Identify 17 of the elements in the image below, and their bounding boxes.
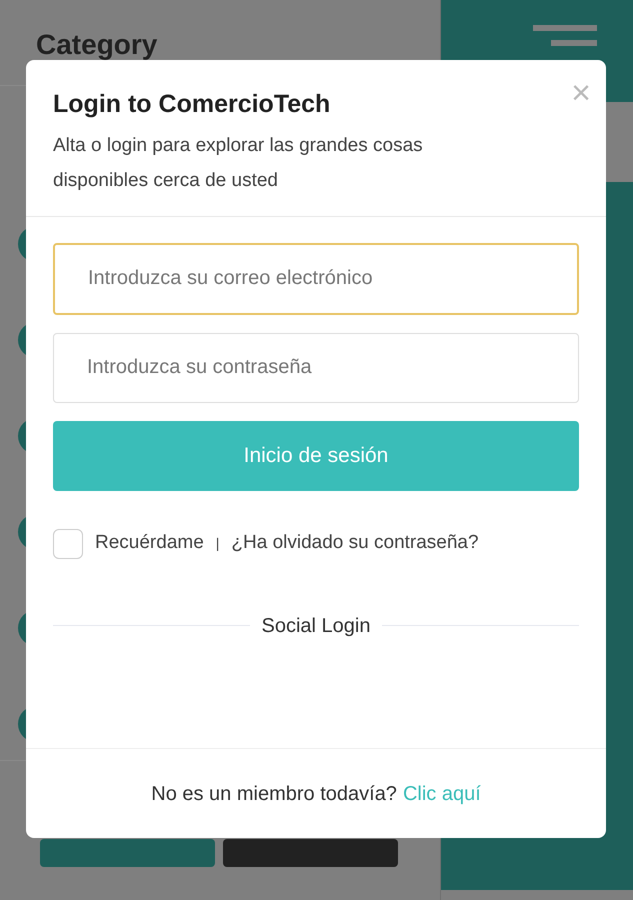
forgot-password-link[interactable]: ¿Ha olvidado su contraseña? <box>231 529 479 558</box>
signup-prompt: No es un miembro todavía? <box>151 782 397 806</box>
email-field[interactable]: Introduzca su correo electrónico <box>53 242 579 314</box>
page-heading: Category <box>36 29 158 60</box>
close-button[interactable]: × <box>571 76 591 110</box>
social-login-label: Social Login <box>262 614 370 638</box>
dialog-title: Login to ComercioTech <box>53 89 330 120</box>
primary-action-button[interactable] <box>40 839 215 867</box>
menu-icon[interactable] <box>533 25 597 46</box>
login-button[interactable]: Inicio de sesión <box>53 420 579 490</box>
password-field[interactable]: Introduzca su contraseña <box>53 332 579 402</box>
remember-label: Recuérdame <box>95 531 204 556</box>
signup-link[interactable]: Clic aquí <box>402 778 481 808</box>
separator-text: | <box>216 534 220 553</box>
dialog-subtitle: Alta o login para explorar las grandes cosas disponibles cerca de usted <box>53 134 424 192</box>
remember-checkbox[interactable] <box>53 528 83 558</box>
secondary-action-button[interactable] <box>223 839 398 867</box>
